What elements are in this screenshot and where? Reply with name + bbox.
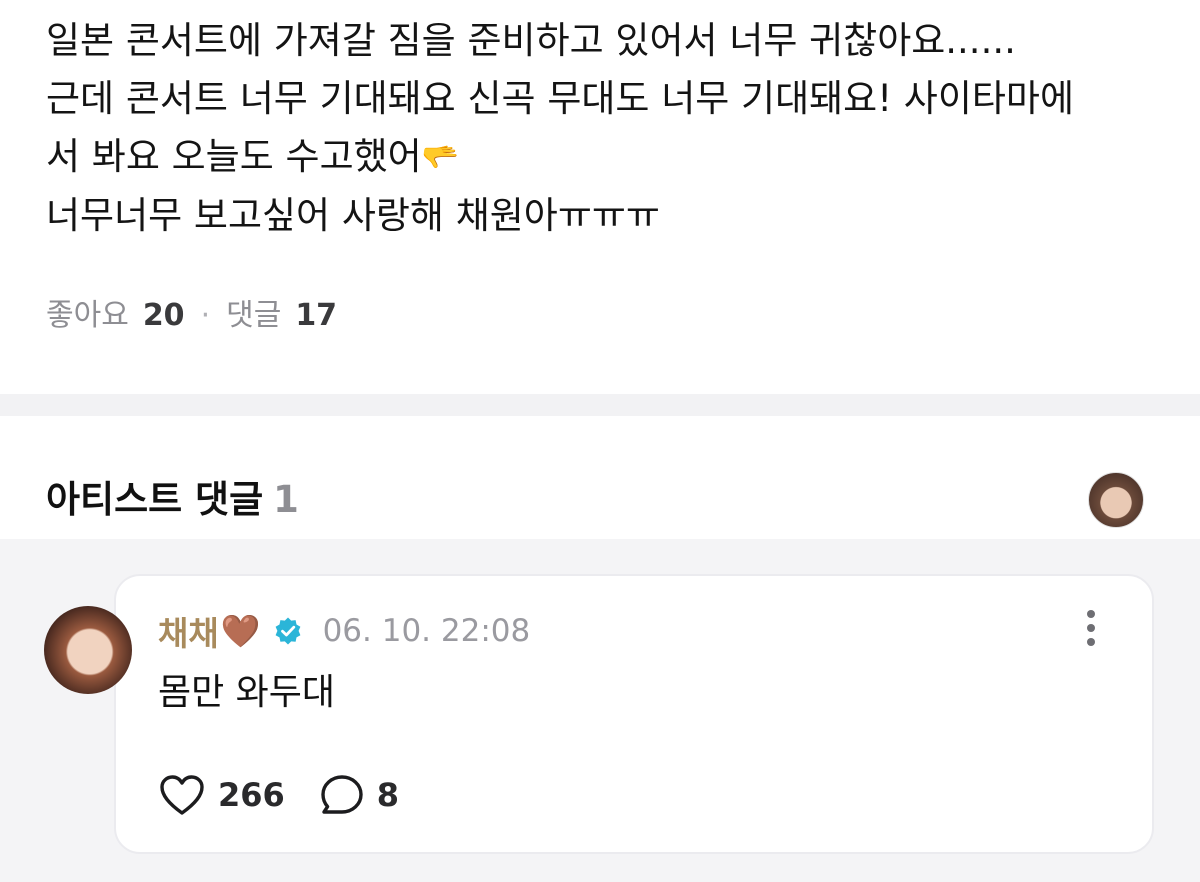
- comment-timestamp: 06. 10. 22:08: [322, 613, 531, 649]
- verified-badge-icon: [275, 617, 300, 645]
- post-line-3: 서 봐요 오늘도 수고했어🫳: [46, 128, 1176, 187]
- likes-label[interactable]: 좋아요: [46, 294, 129, 338]
- comment-card[interactable]: 채채 🤎 06. 10. 22:08 몸만 와두대 266 8: [114, 574, 1154, 854]
- post-body: 일본 콘서트에 가져갈 짐을 준비하고 있어서 너무 귀찮아요...... 근데…: [46, 12, 1176, 245]
- comments-label[interactable]: 댓글: [226, 294, 281, 338]
- comment-actions: 266 8: [158, 772, 433, 818]
- post-line-1: 일본 콘서트에 가져갈 짐을 준비하고 있어서 너무 귀찮아요......: [46, 19, 1016, 62]
- comment-text: 몸만 와두대: [158, 672, 336, 713]
- reply-button[interactable]: 8: [319, 773, 399, 817]
- meta-separator: ·: [200, 298, 211, 333]
- artist-comments-title: 아티스트 댓글 1: [46, 474, 299, 526]
- brown-heart-icon: 🤎: [220, 612, 261, 650]
- comment-author[interactable]: 채채: [158, 607, 219, 655]
- more-options-icon[interactable]: [1086, 610, 1096, 650]
- comments-count: 17: [295, 298, 338, 333]
- post-line-2: 근데 콘서트 너무 기대돼요 신곡 무대도 너무 기대돼요! 사이타마에: [46, 77, 1075, 120]
- post-line-3-text: 서 봐요 오늘도 수고했어: [46, 135, 422, 178]
- like-count: 266: [218, 776, 285, 814]
- heart-outline-icon: [160, 775, 204, 815]
- reply-count: 8: [376, 776, 400, 814]
- hand-emoji-icon: 🫳: [421, 140, 460, 175]
- likes-count: 20: [142, 298, 185, 333]
- artist-avatar-small[interactable]: [1088, 472, 1144, 528]
- post-line-4: 너무너무 보고싶어 사랑해 채원아ㅠㅠㅠ: [46, 194, 660, 237]
- post-meta: 좋아요 20 · 댓글 17: [46, 294, 337, 338]
- like-button[interactable]: 266: [158, 773, 285, 817]
- comment-author-avatar[interactable]: [44, 606, 132, 694]
- artist-comments-label: 아티스트 댓글: [46, 478, 264, 521]
- comment-header: 채채 🤎 06. 10. 22:08: [158, 606, 530, 656]
- reply-bubble-icon: [321, 775, 363, 814]
- section-divider: [0, 394, 1200, 416]
- artist-comments-count: 1: [273, 478, 299, 521]
